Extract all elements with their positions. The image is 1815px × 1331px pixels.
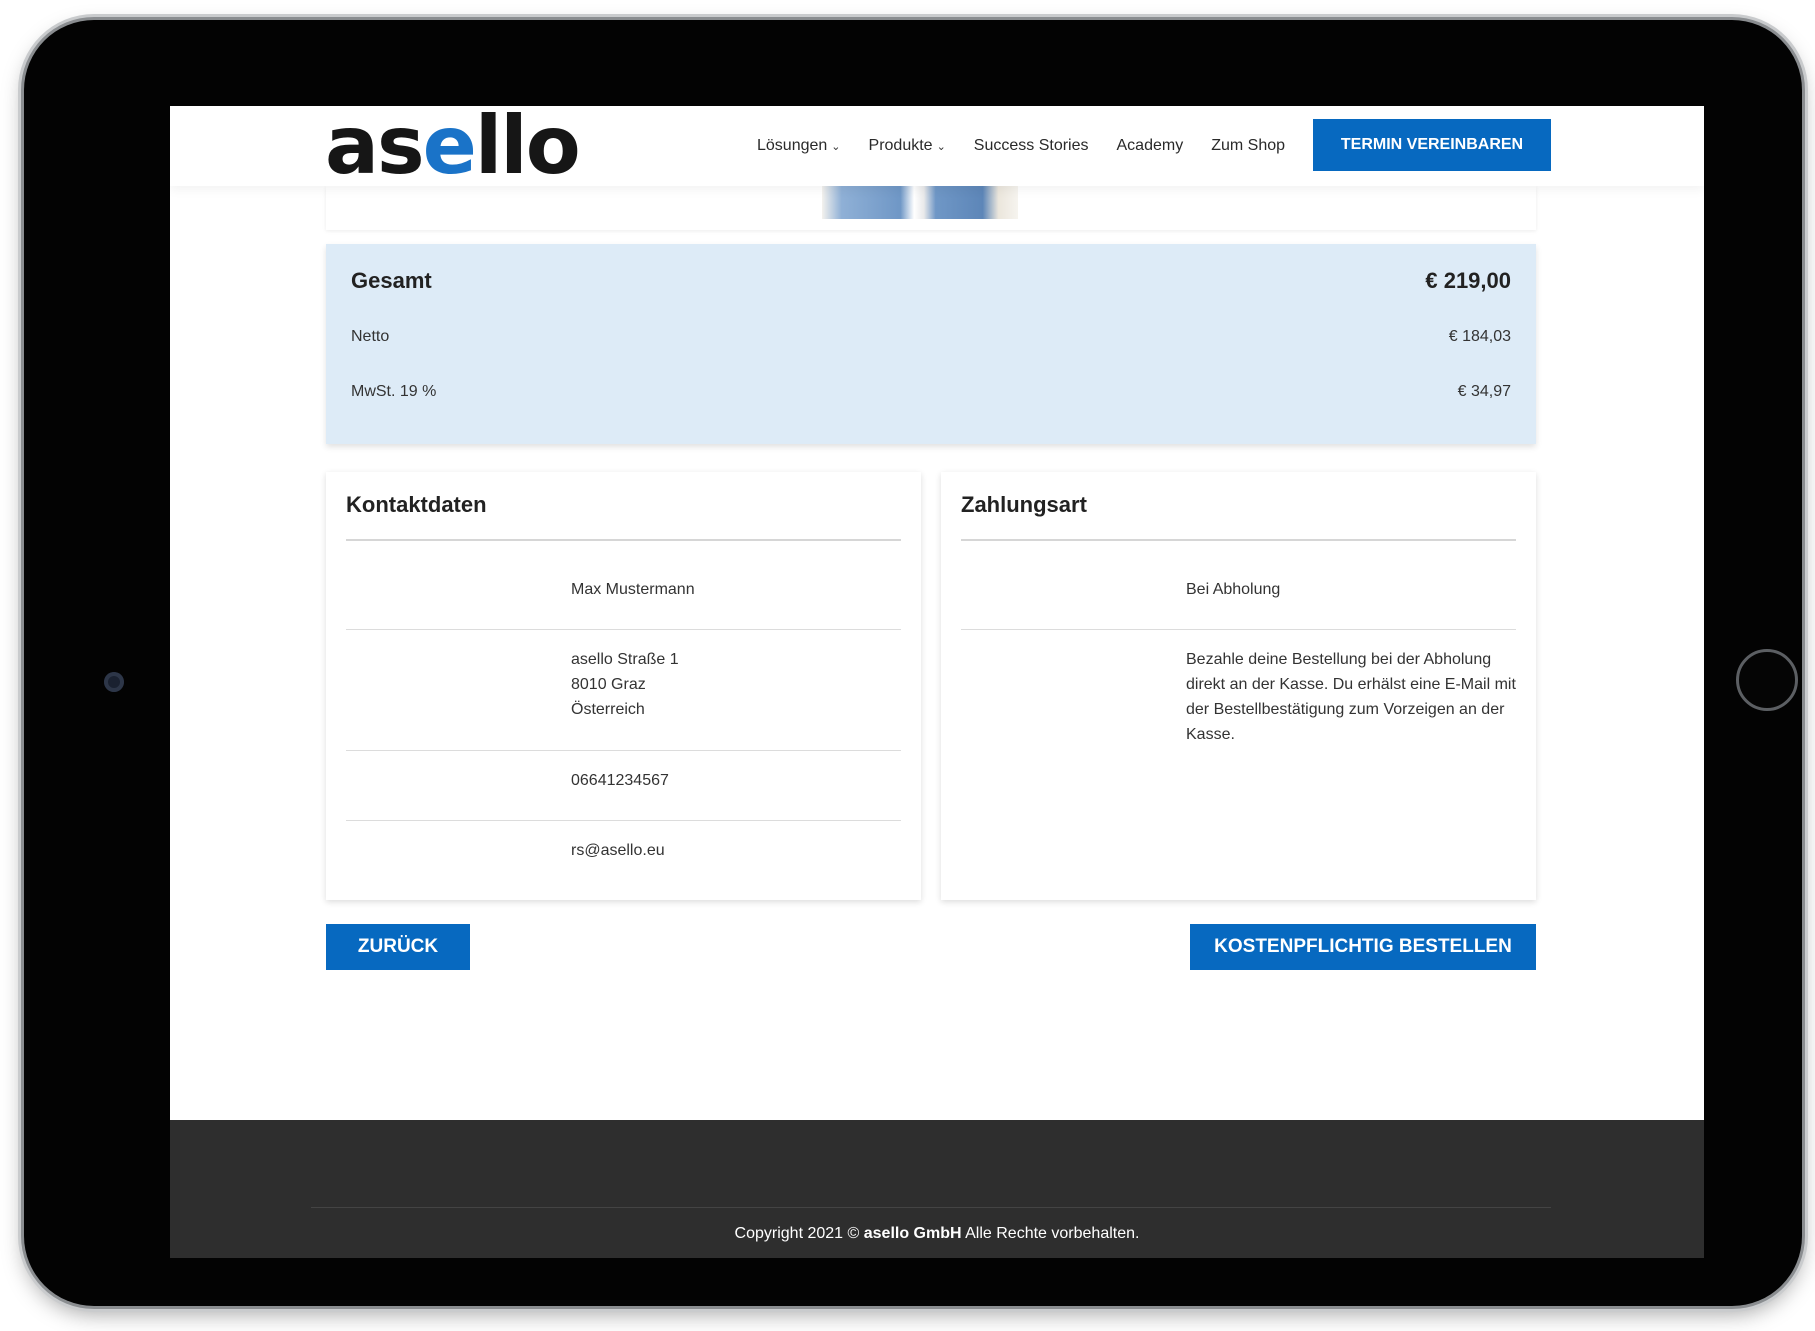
divider — [346, 629, 901, 630]
nav-label: Academy — [1116, 137, 1184, 154]
logo-text-accent: e — [422, 106, 477, 192]
product-photo — [822, 186, 1018, 219]
logo-text-prefix: as — [325, 106, 425, 192]
contact-address: asello Straße 1 8010 Graz Österreich — [571, 647, 679, 722]
nav-label: Lösungen — [757, 137, 828, 154]
chevron-down-icon: ⌄ — [831, 140, 841, 153]
contact-name: Max Mustermann — [571, 581, 695, 598]
divider — [346, 820, 901, 821]
rights-text: Alle Rechte vorbehalten. — [965, 1225, 1140, 1242]
footer-divider — [311, 1207, 1551, 1208]
nav-item-zum-shop[interactable]: Zum Shop — [1211, 137, 1285, 155]
camera-icon — [104, 672, 124, 692]
back-button[interactable]: ZURÜCK — [326, 924, 470, 970]
nav-label: Zum Shop — [1211, 137, 1286, 154]
nav-item-success-stories[interactable]: Success Stories — [974, 137, 1089, 155]
company-name: asello GmbH — [863, 1225, 962, 1242]
divider — [961, 629, 1516, 630]
nav-item-produkte[interactable]: Produkte ⌄ — [869, 137, 946, 155]
logo-text-suffix: llo — [474, 106, 581, 192]
contact-card: Kontaktdaten Max Mustermann asello Straß… — [326, 472, 921, 900]
payment-method: Bei Abholung — [1186, 581, 1281, 598]
nav-label: Produkte — [868, 137, 933, 154]
copyright: Copyright 2021 © asello GmbH Alle Rechte… — [170, 1225, 1704, 1243]
chevron-down-icon: ⌄ — [936, 140, 946, 153]
site-footer: Copyright 2021 © asello GmbH Alle Rechte… — [170, 1120, 1704, 1258]
home-button[interactable] — [1736, 649, 1798, 711]
payment-description: Bezahle deine Bestellung bei der Abholun… — [1186, 651, 1516, 743]
tablet-frame: asello Lösungen ⌄ Produkte ⌄ Success Stori… — [24, 20, 1802, 1306]
payment-title: Zahlungsart — [961, 492, 1087, 517]
payment-card: Zahlungsart Bei Abholung Bezahle deine B… — [941, 472, 1536, 900]
contact-phone: 06641234567 — [571, 772, 669, 789]
contact-country: Österreich — [571, 701, 645, 718]
browser-screen: asello Lösungen ⌄ Produkte ⌄ Success Stori… — [170, 106, 1704, 1258]
divider — [961, 539, 1516, 541]
total-value: € 219,00 — [1425, 268, 1511, 293]
site-header: asello Lösungen ⌄ Produkte ⌄ Success Stori… — [170, 106, 1704, 186]
vat-row: MwSt. 19 % € 34,97 — [351, 383, 1511, 401]
copyright-prefix: Copyright 2021 © — [734, 1225, 864, 1242]
vat-value: € 34,97 — [1457, 383, 1511, 400]
main-nav: Lösungen ⌄ Produkte ⌄ Success Stories Acad… — [757, 106, 1313, 186]
contact-street: asello Straße 1 — [571, 651, 679, 668]
place-order-button[interactable]: KOSTENPFLICHTIG BESTELLEN — [1190, 924, 1536, 970]
nav-item-loesungen[interactable]: Lösungen ⌄ — [757, 137, 841, 155]
order-totals: Gesamt € 219,00 Netto € 184,03 MwSt. 19 … — [326, 244, 1536, 444]
net-value: € 184,03 — [1448, 328, 1511, 345]
termin-vereinbaren-button[interactable]: TERMIN VEREINBAREN — [1313, 119, 1551, 171]
divider — [346, 539, 901, 541]
nav-label: Success Stories — [973, 137, 1089, 154]
net-label: Netto — [351, 328, 390, 345]
contact-city: 8010 Graz — [571, 676, 646, 693]
total-row: Gesamt € 219,00 — [351, 268, 1511, 294]
contact-email: rs@asello.eu — [571, 842, 665, 859]
net-row: Netto € 184,03 — [351, 328, 1511, 346]
vat-label: MwSt. 19 % — [351, 383, 437, 400]
asello-logo[interactable]: asello — [325, 106, 581, 186]
nav-item-academy[interactable]: Academy — [1117, 137, 1184, 155]
total-label: Gesamt — [351, 268, 432, 293]
contact-title: Kontaktdaten — [346, 492, 487, 517]
divider — [346, 750, 901, 751]
